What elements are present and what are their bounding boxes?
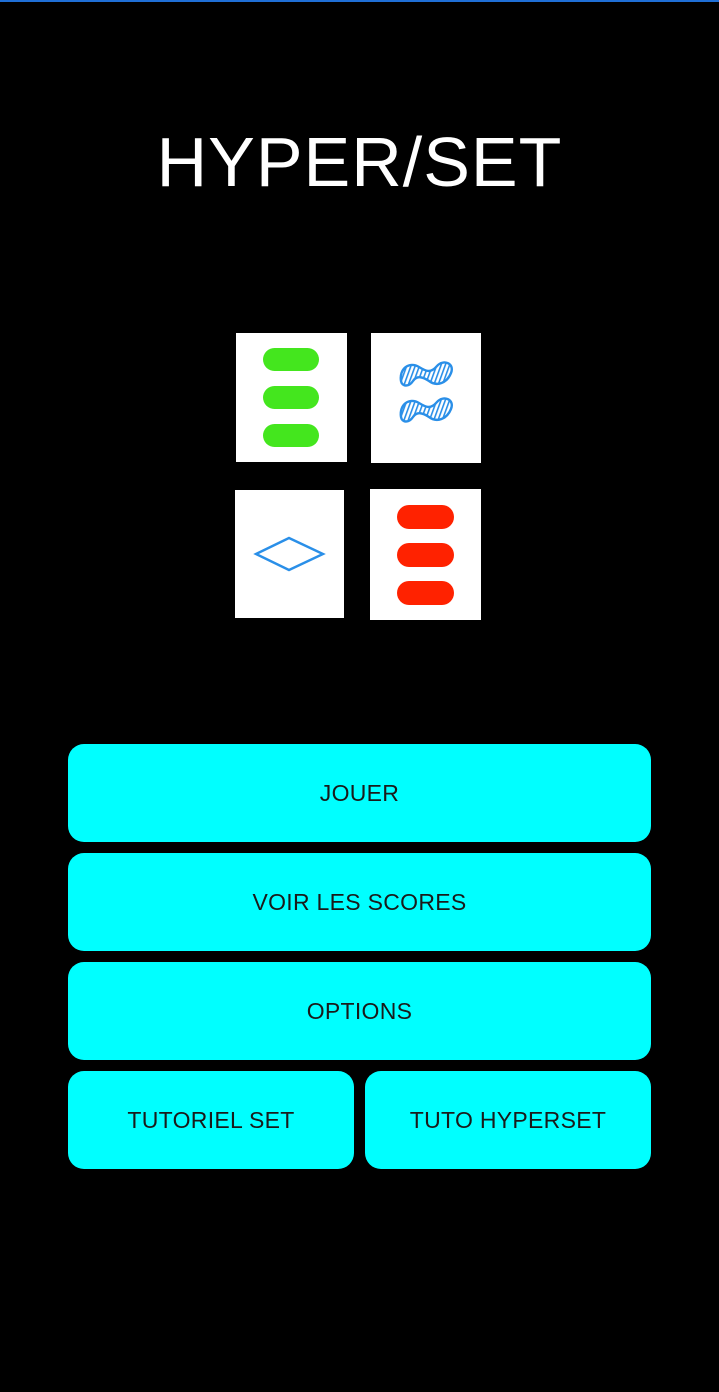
card-red-ovals	[370, 489, 481, 620]
view-scores-button[interactable]: VOIR LES SCORES	[68, 853, 651, 951]
tutorial-hyperset-button[interactable]: TUTO HYPERSET	[365, 1071, 651, 1169]
play-button-label: JOUER	[319, 779, 400, 806]
view-scores-button-label: VOIR LES SCORES	[252, 888, 467, 915]
red-oval-icon	[397, 505, 454, 605]
tutorial-set-button[interactable]: TUTORIEL SET	[68, 1071, 354, 1169]
options-button[interactable]: OPTIONS	[68, 962, 651, 1060]
card-green-ovals	[236, 333, 347, 462]
blue-diamond-icon	[253, 536, 326, 572]
blue-squiggle-icon	[399, 361, 453, 423]
play-button[interactable]: JOUER	[68, 744, 651, 842]
tutorial-set-button-label: TUTORIEL SET	[127, 1106, 295, 1133]
main-menu-screen: HYPER/SET JOUER VOIR LES SCORES OPTIONS …	[0, 0, 719, 1392]
options-button-label: OPTIONS	[306, 997, 413, 1024]
status-accent-line	[0, 0, 719, 2]
card-blue-squiggles	[371, 333, 481, 463]
card-blue-diamond	[235, 490, 344, 618]
green-oval-icon	[263, 348, 319, 447]
tutorial-hyperset-button-label: TUTO HYPERSET	[409, 1106, 607, 1133]
app-title: HYPER/SET	[156, 123, 563, 201]
